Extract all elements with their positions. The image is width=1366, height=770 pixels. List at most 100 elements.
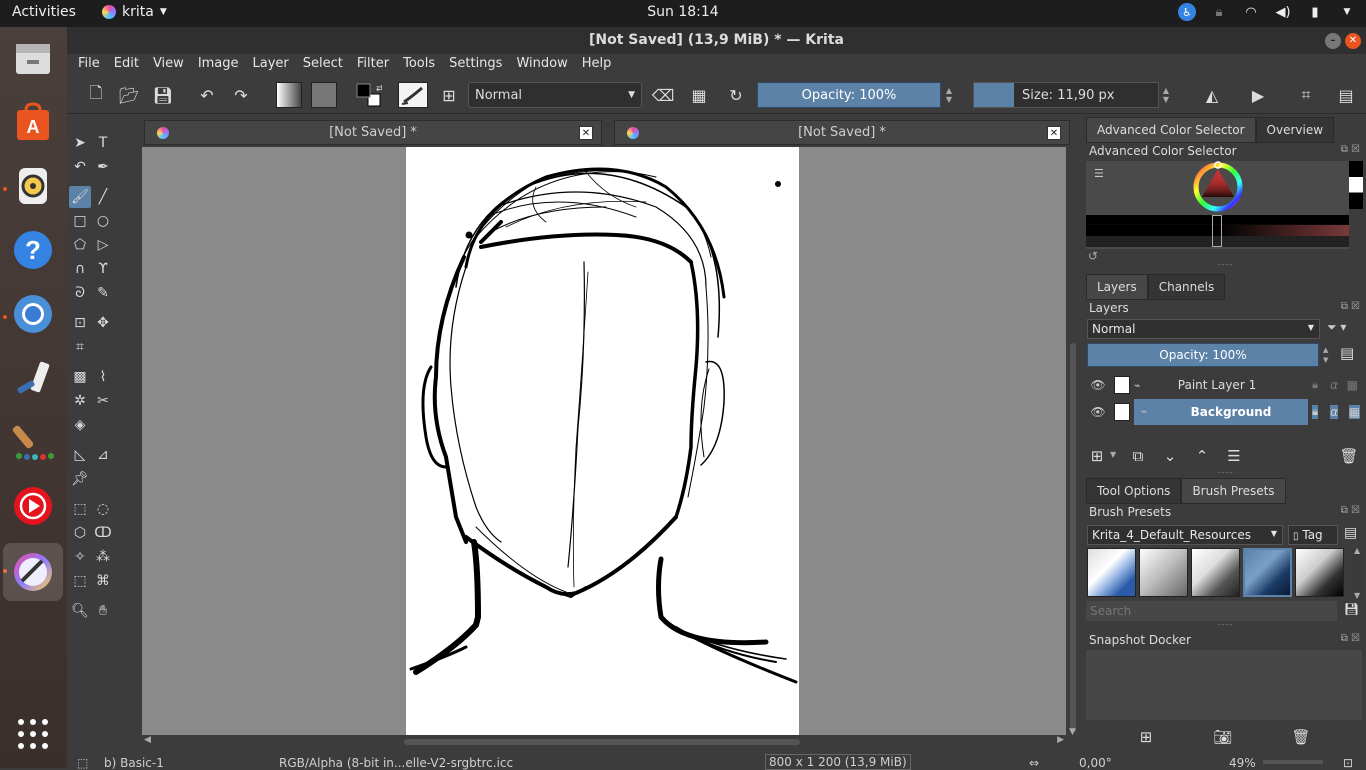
tab-channels[interactable]: Channels (1147, 274, 1226, 300)
menu-layer[interactable]: Layer (246, 54, 296, 76)
brush-view-options-icon[interactable]: ▤ (1344, 525, 1357, 541)
crop-tool-icon[interactable]: ⌗ (69, 336, 91, 358)
layer-row-paint-layer-1[interactable]: 👁︎ ⌁ Paint Layer 1 🔒︎ α ▦ (1086, 372, 1364, 398)
mirror-vertical-icon[interactable]: ▶ (1245, 82, 1271, 108)
menu-help[interactable]: Help (575, 54, 619, 76)
freehand-brush-tool-icon[interactable]: 🖌︎ (69, 186, 91, 208)
app-menu[interactable]: krita ▼ (102, 4, 167, 20)
smart-patch-tool-icon[interactable]: ✂ (92, 390, 114, 412)
tab-overview[interactable]: Overview (1255, 117, 1335, 143)
help-icon[interactable]: ? (10, 227, 56, 273)
visibility-eye-icon[interactable]: 👁︎ (1086, 378, 1110, 392)
system-tray[interactable]: ♿ 🔒︎ ◠ ◀) ▮ ▼ (1178, 3, 1356, 21)
layer-row-background[interactable]: 👁︎ ⌁ Background 🔒︎ α ▦ (1086, 399, 1364, 425)
brush-preset-icon[interactable] (398, 82, 428, 108)
magnetic-select-tool-icon[interactable]: ⌘ (92, 570, 114, 592)
size-slider[interactable]: Size: 11,90 px (973, 82, 1159, 108)
alpha-lock-icon[interactable]: α (1330, 405, 1338, 419)
menu-window[interactable]: Window (509, 54, 574, 76)
opacity-slider[interactable]: Opacity: 100% (757, 82, 941, 108)
paint-tube-icon[interactable] (10, 355, 56, 401)
brush-tag-select[interactable]: ▯ Tag (1288, 525, 1338, 545)
delete-snapshot-button[interactable]: 🗑︎ (1290, 726, 1312, 748)
multibrush-tool-icon[interactable]: ✎ (92, 282, 114, 304)
move-tool-icon[interactable]: ✥ (92, 312, 114, 334)
splitter-handle[interactable]: ⋯⋯ (1217, 620, 1233, 629)
layer-filter-icon[interactable]: ⏷ ▾ (1327, 320, 1346, 335)
dynamic-brush-tool-icon[interactable]: ᘐ (69, 282, 91, 304)
layer-opacity-slider[interactable]: Opacity: 100% (1087, 343, 1319, 367)
fg-color-swatch[interactable] (1349, 161, 1363, 209)
edit-shapes-tool-icon[interactable]: ↶ (69, 156, 91, 178)
layer-blend-mode-select[interactable]: Normal ▼ (1087, 319, 1320, 339)
volume-icon[interactable]: ◀) (1274, 3, 1292, 21)
close-window-button[interactable]: ✕ (1345, 33, 1361, 49)
move-layer-up-button[interactable]: ⌃ (1191, 445, 1213, 467)
text-tool-icon[interactable]: T (92, 132, 114, 154)
inherit-alpha-icon[interactable]: ▦ (1347, 378, 1358, 392)
docker-float-close-icon[interactable]: ⧉ ☒ (1341, 505, 1360, 516)
menu-settings[interactable]: Settings (442, 54, 509, 76)
brush-preset-marker[interactable] (1295, 548, 1344, 597)
delete-layer-button[interactable]: 🗑︎ (1338, 445, 1360, 467)
layer-properties-button[interactable]: ☰ (1223, 445, 1245, 467)
pattern-selector[interactable] (311, 82, 337, 108)
color-picker-tool-icon[interactable]: ⌇ (92, 366, 114, 388)
color-wheel-icon[interactable] (1188, 161, 1248, 217)
menu-tools[interactable]: Tools (396, 54, 442, 76)
brush-preset-airbrush[interactable] (1087, 548, 1136, 597)
menu-select[interactable]: Select (296, 54, 350, 76)
select-shapes-tool-icon[interactable]: ➤ (69, 132, 91, 154)
reference-tool-icon[interactable]: 📌︎ (69, 468, 91, 490)
color-selector-area[interactable]: ☰ (1086, 161, 1363, 249)
close-icon[interactable]: ✕ (579, 125, 593, 140)
gradient-selector[interactable] (276, 82, 302, 108)
scroll-thumb[interactable] (404, 739, 800, 745)
line-tool-icon[interactable]: ╱ (92, 186, 114, 208)
blend-mode-select[interactable]: Normal ▼ (468, 82, 642, 108)
brush-preset-blender[interactable] (1139, 548, 1188, 597)
vertical-scrollbar[interactable]: ▼ (1066, 147, 1080, 737)
tab-tool-options[interactable]: Tool Options (1086, 478, 1182, 504)
scroll-down-icon[interactable]: ▼ (1069, 727, 1076, 737)
software-icon[interactable]: A (10, 99, 56, 145)
show-apps-icon[interactable] (10, 711, 56, 757)
color-settings-icon[interactable]: ☰ (1094, 167, 1104, 180)
tab-layers[interactable]: Layers (1086, 274, 1148, 300)
bezier-tool-icon[interactable]: ∩ (69, 258, 91, 280)
brush-settings-icon[interactable]: ⊞ (436, 82, 462, 108)
brush-palette-icon[interactable] (10, 419, 56, 465)
zoom-slider[interactable] (1263, 760, 1323, 764)
wifi-icon[interactable]: ◠ (1242, 3, 1260, 21)
krita-icon[interactable] (3, 543, 63, 601)
polyline-tool-icon[interactable]: ▷ (92, 234, 114, 256)
docker-float-close-icon[interactable]: ⧉ ☒ (1341, 144, 1360, 155)
accessibility-icon[interactable]: ♿ (1178, 3, 1196, 21)
scroll-down-icon[interactable]: ▼ (1354, 591, 1360, 600)
menu-filter[interactable]: Filter (350, 54, 396, 76)
colorize-mask-tool-icon[interactable]: ✲ (69, 390, 91, 412)
transform-tool-icon[interactable]: ⊡ (69, 312, 91, 334)
scroll-right-icon[interactable]: ▶ (1057, 735, 1064, 745)
brush-search-input[interactable] (1086, 601, 1337, 621)
scroll-left-icon[interactable]: ◀ (144, 735, 151, 745)
snapshot-list[interactable] (1086, 650, 1362, 720)
similar-select-tool-icon[interactable]: ⁂ (92, 546, 114, 568)
pan-tool-icon[interactable]: ✋︎ (92, 600, 114, 622)
layer-properties-icon[interactable]: ▤ (1340, 344, 1354, 362)
tab-brush-presets[interactable]: Brush Presets (1181, 478, 1286, 504)
camera-icon[interactable]: 📷︎ (1212, 726, 1234, 748)
color-history-strip[interactable] (1086, 215, 1349, 247)
polygon-tool-icon[interactable]: ⬠ (69, 234, 91, 256)
eraser-mode-icon[interactable]: ⌫ (650, 82, 676, 108)
move-layer-down-button[interactable]: ⌄ (1159, 445, 1181, 467)
bezier-select-tool-icon[interactable]: ⬚ (69, 570, 91, 592)
size-spinner[interactable]: ▲ ▼ (1159, 82, 1173, 108)
scroll-thumb[interactable] (1070, 343, 1076, 733)
rhythmbox-icon[interactable] (10, 163, 56, 209)
contiguous-select-tool-icon[interactable]: ✧ (69, 546, 91, 568)
fg-bg-color-icon[interactable]: ⇄ (354, 82, 382, 108)
tab-advanced-color-selector[interactable]: Advanced Color Selector (1086, 117, 1256, 143)
layer-lock-icon[interactable]: 🔒︎ (1312, 405, 1318, 419)
alpha-lock-icon[interactable]: α (1330, 378, 1338, 392)
